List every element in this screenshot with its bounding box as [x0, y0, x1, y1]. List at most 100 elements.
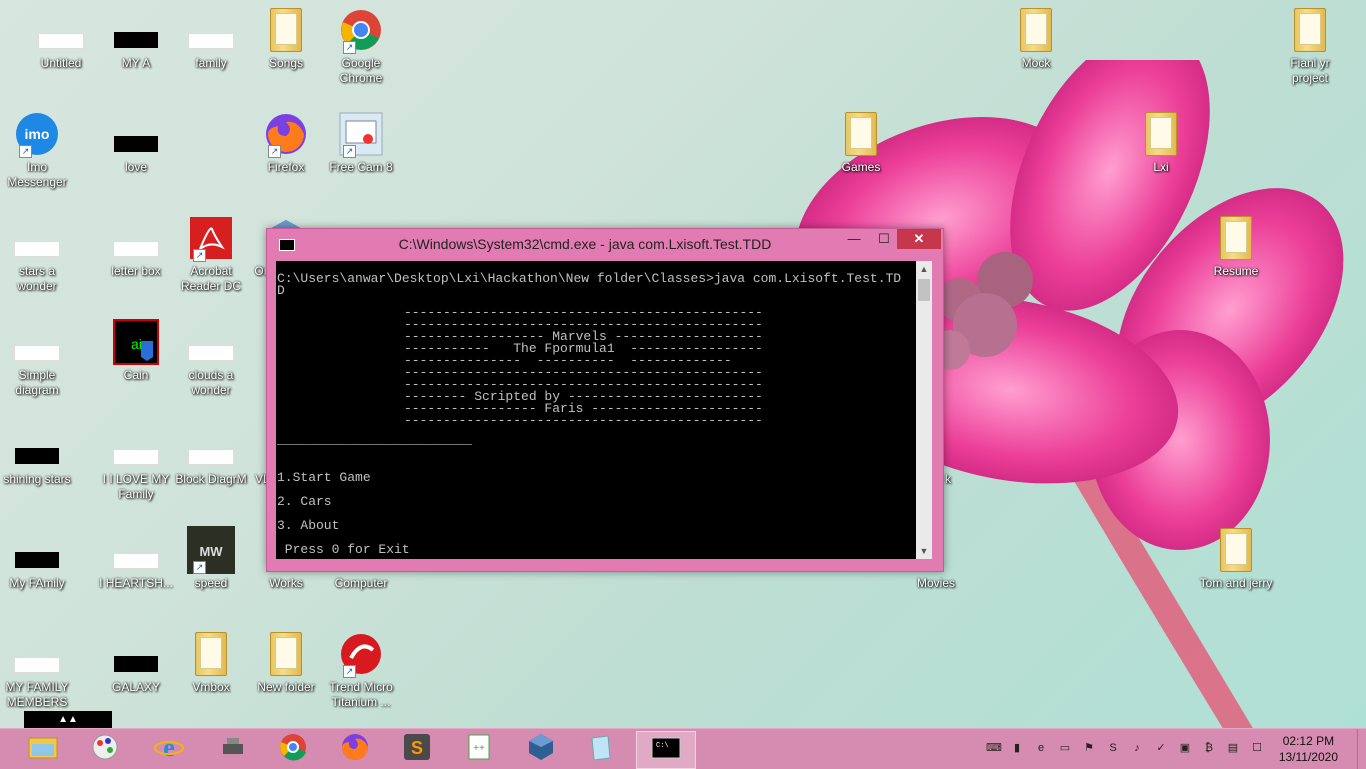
- taskbar-button-virtualbox[interactable]: [512, 731, 570, 767]
- taskbar-button-notepad[interactable]: [572, 731, 630, 767]
- app-tray-icon[interactable]: e: [1034, 741, 1048, 755]
- desktop-icon[interactable]: ↗ Google Chrome: [324, 6, 398, 86]
- menu-option-exit: Press 0 for Exit: [277, 542, 410, 557]
- taskbar-button-sublime-text[interactable]: S: [388, 731, 446, 767]
- taskbar-button-internet-explorer[interactable]: e: [140, 731, 198, 767]
- display-icon[interactable]: ▭: [1058, 741, 1072, 755]
- taskbar-button-file-explorer[interactable]: [14, 731, 72, 767]
- desktop-icon[interactable]: Resume: [1199, 214, 1273, 279]
- need-for-speed-icon: MW ↗: [187, 526, 235, 574]
- desktop-icon[interactable]: Block DiagrM: [174, 422, 248, 487]
- desktop-icon[interactable]: shining stars: [0, 422, 74, 487]
- maximize-button[interactable]: ☐: [869, 229, 899, 249]
- scroll-thumb[interactable]: [918, 279, 930, 301]
- show-desktop-button[interactable]: [1357, 729, 1366, 769]
- chat-icon[interactable]: ☐: [1250, 741, 1264, 755]
- desktop-icon[interactable]: Games: [824, 110, 898, 175]
- desktop-icon[interactable]: ↗ Trend Micro Titanium ...: [324, 630, 398, 710]
- desktop-icon[interactable]: MY FAMILY MEMBERS: [0, 630, 74, 710]
- console-line: C:\Users\anwar\Desktop\Lxi\Hackathon\New…: [277, 271, 902, 286]
- keyboard-icon[interactable]: ⌨: [986, 741, 1002, 755]
- cain-icon: ai: [112, 318, 160, 366]
- sublime-text-icon: S: [402, 732, 432, 767]
- desktop-icon[interactable]: GALAXY: [99, 630, 173, 695]
- desktop-icon[interactable]: Untitled: [24, 6, 98, 71]
- file-thumbnail-icon: [187, 422, 235, 470]
- desktop-icon-label: Imo Messenger: [7, 160, 67, 189]
- cmd-window[interactable]: C:\Windows\System32\cmd.exe - java com.L…: [266, 228, 944, 572]
- menu-option-cars: 2. Cars: [277, 494, 332, 509]
- scroll-up-icon[interactable]: ▲: [916, 261, 932, 277]
- desktop-icon[interactable]: ↗ Firefox: [249, 110, 323, 175]
- console-line: _________________________: [277, 432, 473, 447]
- taskbar-button-chrome[interactable]: [264, 731, 322, 767]
- desktop-icon[interactable]: New folder: [249, 630, 323, 695]
- folder-icon: [837, 110, 885, 158]
- cmd-titlebar[interactable]: C:\Windows\System32\cmd.exe - java com.L…: [267, 229, 943, 259]
- svg-text:S: S: [411, 738, 423, 758]
- desktop-icon[interactable]: stars a wonder: [0, 214, 74, 294]
- desktop-icon[interactable]: love: [99, 110, 173, 175]
- desktop-icon[interactable]: I HEARTSH...: [99, 526, 173, 591]
- clock-date: 13/11/2020: [1278, 750, 1338, 764]
- taskbar-button-cmd[interactable]: C:\: [636, 731, 696, 769]
- desktop-icon-label: Games: [841, 160, 881, 174]
- svg-text:++: ++: [473, 743, 485, 754]
- file-thumbnail-icon: [112, 6, 160, 54]
- desktop-icon[interactable]: Vmbox: [174, 630, 248, 695]
- vertical-scrollbar[interactable]: ▲ ▼: [916, 261, 932, 559]
- console-output[interactable]: C:\Users\anwar\Desktop\Lxi\Hackathon\New…: [276, 261, 916, 559]
- volume-icon[interactable]: ♪: [1130, 741, 1144, 755]
- desktop-icon-label: GALAXY: [111, 680, 161, 694]
- svg-text:MW: MW: [199, 544, 223, 559]
- folder-icon: [262, 630, 310, 678]
- folder-icon: [1137, 110, 1185, 158]
- desktop-icon[interactable]: clouds a wonder: [174, 318, 248, 398]
- taskbar-button-network[interactable]: [204, 731, 262, 767]
- system-clock[interactable]: 02:12 PM 13/11/2020: [1279, 733, 1338, 765]
- console-line: ----------------------------------------…: [404, 413, 763, 428]
- desktop-icon[interactable]: ↗ Free Cam 8: [324, 110, 398, 175]
- desktop-icon[interactable]: imo ↗ Imo Messenger: [0, 110, 74, 190]
- desktop-icon[interactable]: letter box: [99, 214, 173, 279]
- device-icon[interactable]: ▣: [1178, 741, 1192, 755]
- close-button[interactable]: ✕: [897, 229, 941, 249]
- skype-icon[interactable]: S: [1106, 741, 1120, 755]
- desktop-icon[interactable]: MY A: [99, 6, 173, 71]
- freecam-icon: ↗: [337, 110, 385, 158]
- desktop-icon-label: family: [195, 56, 227, 70]
- minimize-button[interactable]: —: [839, 229, 869, 249]
- bitcoin-icon[interactable]: ₿: [1202, 741, 1216, 755]
- desktop-icon-label: Free Cam 8: [329, 160, 393, 174]
- desktop-icon[interactable]: Lxi: [1124, 110, 1198, 175]
- desktop-icon-label: Untitled: [40, 56, 82, 70]
- paint-icon: [90, 732, 120, 767]
- scroll-down-icon[interactable]: ▼: [916, 543, 932, 559]
- desktop-icon-label: Trend Micro Titanium ...: [329, 680, 393, 709]
- taskbar-button-notepad-plus[interactable]: ++: [450, 731, 508, 767]
- taskbar-button-firefox[interactable]: [326, 731, 384, 767]
- desktop-icon[interactable]: ↗ Acrobat Reader DC: [174, 214, 248, 294]
- desktop-icon[interactable]: Fianl yr project: [1273, 6, 1347, 86]
- desktop-icon-label: Fianl yr project: [1290, 56, 1330, 85]
- security-icon[interactable]: ✓: [1154, 741, 1168, 755]
- svg-text:ai: ai: [131, 336, 142, 352]
- flag-icon[interactable]: ⚑: [1082, 741, 1096, 755]
- chrome-icon: [279, 733, 307, 766]
- desktop-icon[interactable]: Simple diagram: [0, 318, 74, 398]
- desktop-icon[interactable]: My FAmily: [0, 526, 74, 591]
- desktop-icon[interactable]: I I LOVE MY Family: [99, 422, 173, 502]
- network-signal-icon[interactable]: ▮: [1010, 741, 1024, 755]
- desktop-icon-label: Resume: [1213, 264, 1259, 278]
- taskbar-button-paint[interactable]: [76, 731, 134, 767]
- folder-icon: [1012, 6, 1060, 54]
- desktop-icon[interactable]: family: [174, 6, 248, 71]
- file-thumbnail-icon: [37, 6, 85, 54]
- desktop-icon[interactable]: ai Cain: [99, 318, 173, 383]
- firefox-icon: ↗: [262, 110, 310, 158]
- monitor-icon[interactable]: ▤: [1226, 741, 1240, 755]
- desktop-icon[interactable]: Songs: [249, 6, 323, 71]
- desktop-icon[interactable]: Tom and jerry: [1199, 526, 1273, 591]
- desktop-icon[interactable]: MW ↗ speed: [174, 526, 248, 591]
- desktop-icon[interactable]: Mock: [999, 6, 1073, 71]
